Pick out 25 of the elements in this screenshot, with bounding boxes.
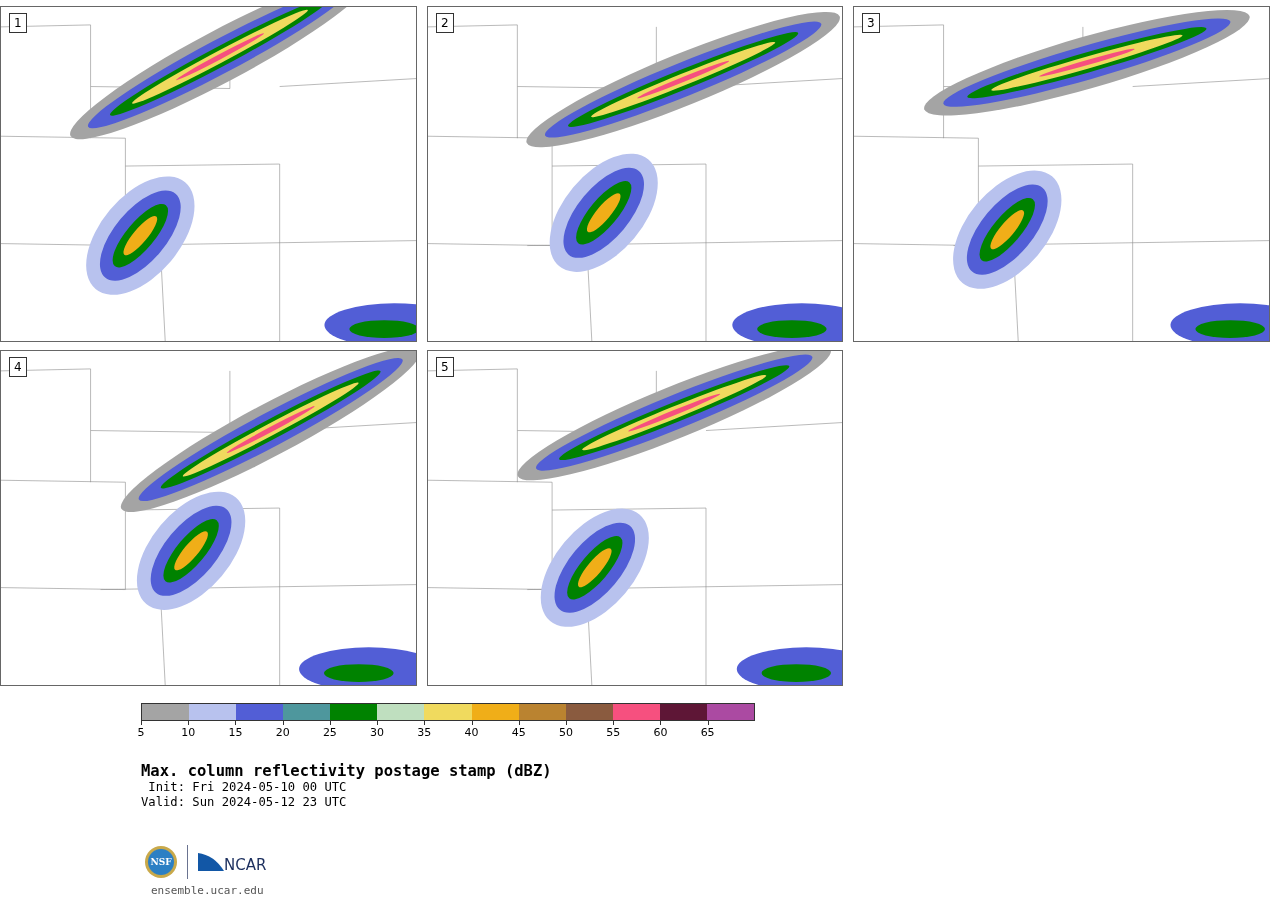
panel-number: 2 bbox=[436, 13, 454, 33]
logo-text: NCAR bbox=[224, 856, 267, 874]
tick-label: 15 bbox=[228, 726, 243, 739]
tick-label: 30 bbox=[370, 726, 385, 739]
site-url: ensemble.ucar.edu bbox=[151, 884, 265, 897]
wave-logo-icon bbox=[198, 853, 224, 871]
panel-number: 1 bbox=[9, 13, 27, 33]
tick-label: 20 bbox=[275, 726, 290, 739]
tick-label: 40 bbox=[464, 726, 479, 739]
tick-label: 35 bbox=[417, 726, 432, 739]
tick-label: 50 bbox=[558, 726, 573, 739]
tick-label: 55 bbox=[606, 726, 621, 739]
tick-label: 10 bbox=[181, 726, 196, 739]
panel-number: 3 bbox=[862, 13, 880, 33]
init-time: Init: Fri 2024-05-10 00 UTC bbox=[147, 780, 348, 795]
tick-label: 65 bbox=[700, 726, 715, 739]
globe-logo: NSF bbox=[145, 846, 177, 878]
valid-time: Valid: Sun 2024-05-12 23 UTC bbox=[141, 795, 348, 810]
tick-label: 45 bbox=[511, 726, 526, 739]
tick-label: 25 bbox=[322, 726, 337, 739]
tick-label: 5 bbox=[137, 726, 145, 739]
chart-title: Max. column reflectivity postage stamp (dBZ) bbox=[141, 762, 553, 780]
panel-number: 4 bbox=[9, 357, 27, 377]
tick-label: 60 bbox=[653, 726, 668, 739]
panel-number: 5 bbox=[436, 357, 454, 377]
